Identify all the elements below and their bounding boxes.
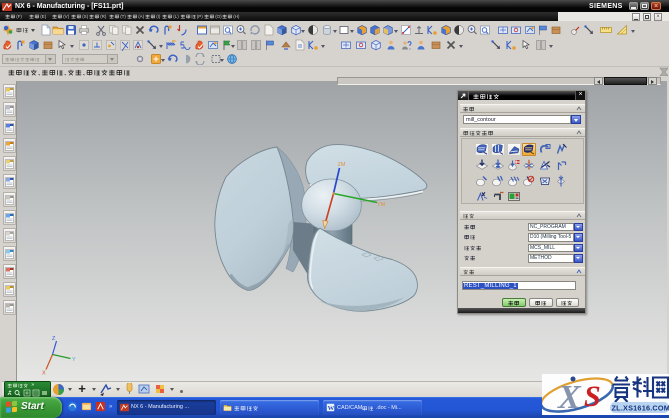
svg-text:X: X [42, 371, 46, 377]
svg-text:YM: YM [377, 202, 386, 208]
svg-text:Y: Y [72, 357, 76, 363]
svg-text:X: X [557, 379, 582, 415]
svg-text:ZM: ZM [338, 162, 346, 168]
svg-text:S: S [584, 380, 601, 413]
svg-text:Z: Z [52, 336, 56, 342]
svg-text:W: W [328, 405, 335, 412]
svg-text:ZL.XS1616.COM: ZL.XS1616.COM [612, 404, 669, 413]
